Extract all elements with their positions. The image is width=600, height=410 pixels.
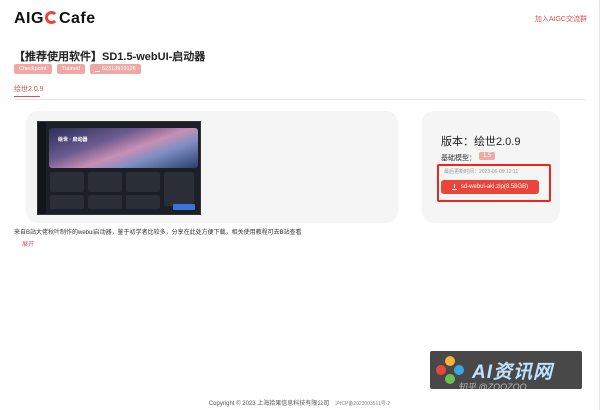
tab-version[interactable]: 绘世2.0.9	[14, 84, 44, 94]
footer: Copyright © 2023 上海拾果信息科技有限公司 沪ICP备20230…	[0, 398, 599, 407]
tab-active-indicator	[14, 96, 40, 97]
tag-download-count: 52313919126	[89, 64, 141, 74]
logo-ring-icon	[44, 11, 58, 24]
join-group-link[interactable]: 加入AIGC交流群	[535, 14, 587, 24]
site-logo[interactable]: AIG Cafe	[14, 10, 96, 28]
screenshot-card	[126, 172, 160, 192]
screenshot-card	[50, 172, 84, 192]
screenshot-card	[164, 172, 194, 206]
screenshot-card	[88, 195, 122, 209]
screenshot-launch-button	[173, 204, 195, 210]
preview-screenshot[interactable]: 绘世 · 启动器	[37, 121, 201, 215]
download-button[interactable]: sd-webui-aki.zip(8.58GB)	[441, 180, 539, 194]
expand-link[interactable]: 展开	[22, 239, 34, 248]
logo-text-right: Cafe	[58, 10, 96, 27]
footer-copyright: Copyright © 2023 上海拾果信息科技有限公司	[208, 401, 330, 407]
footer-icp[interactable]: 沪ICP备2023003511号-2	[335, 401, 390, 407]
tag-checkpoint: Checkpoint	[14, 64, 52, 74]
screenshot-card	[88, 172, 122, 192]
base-model-badge: 1.5	[479, 152, 496, 160]
download-icon	[451, 183, 457, 190]
download-count: 52313919126	[101, 66, 136, 72]
download-button-label: sd-webui-aki.zip(8.58GB)	[460, 184, 529, 190]
description-text: 来自B站大佬秋叶制作的webui启动器，鉴于初学者比较多，分享在此处方便下载，相…	[14, 230, 302, 236]
screenshot-banner	[49, 128, 198, 168]
base-model-label: 基础模型：	[441, 155, 476, 162]
last-updated: 最后更新时间：2023-06-09 12:11	[444, 169, 519, 175]
screenshot-card	[50, 195, 84, 209]
tab-divider	[14, 99, 585, 100]
screenshot-banner-title: 绘世 · 启动器	[58, 137, 88, 143]
page: AIG Cafe 加入AIGC交流群 【推荐使用软件】SD1.5-webUI-启动…	[0, 0, 600, 410]
version-label: 版本：绘世2.0.9	[441, 136, 521, 148]
tag-trained: Trained	[56, 64, 85, 74]
screenshot-card	[126, 195, 160, 209]
download-icon	[94, 67, 100, 72]
watermark-subtext: 知乎 @ZOOZOO	[458, 382, 527, 392]
screenshot-sidebar	[38, 122, 46, 214]
page-title: 【推荐使用软件】SD1.5-webUI-启动器	[14, 51, 206, 63]
logo-text-left: AIG	[14, 10, 44, 27]
tag-list: Checkpoint Trained 52313919126	[14, 64, 141, 74]
